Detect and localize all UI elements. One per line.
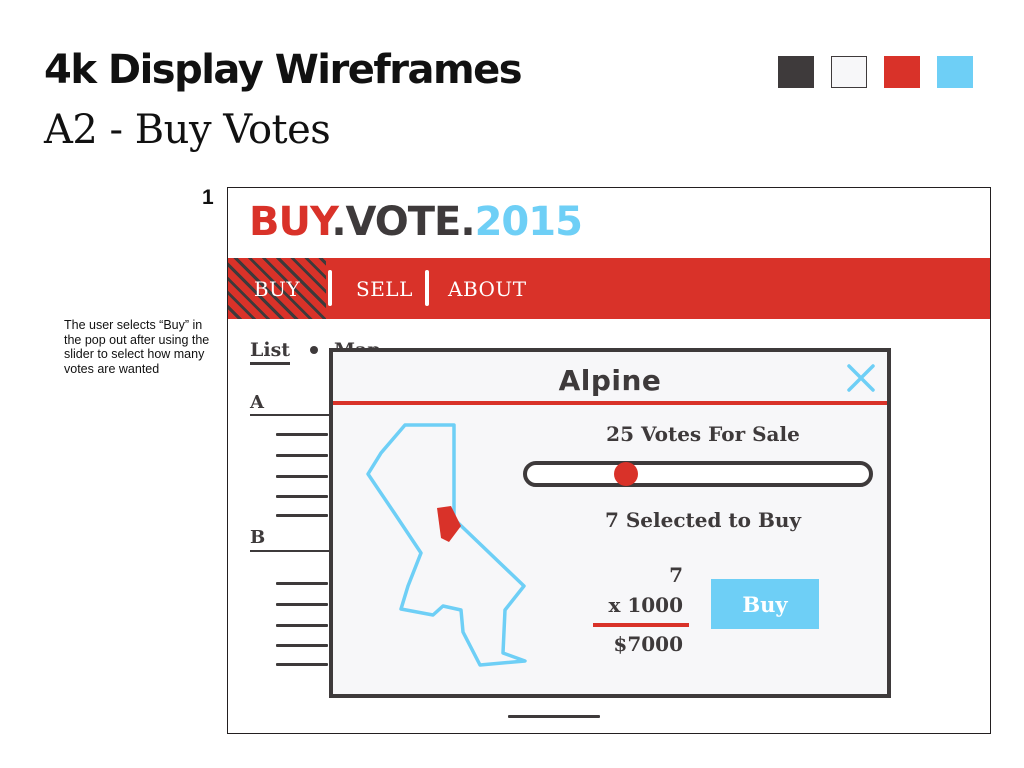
placeholder-text-line [276,582,328,585]
view-toggle-separator [310,346,318,354]
page-title: 4k Display Wireframes [44,47,523,93]
placeholder-text-line [508,715,600,718]
placeholder-text-line [276,454,328,457]
calc-total: $7000 [613,632,683,656]
wireframe-screen: BUY.VOTE.2015 BUY SELL ABOUT List Map A … [227,187,991,734]
nav-divider [328,270,332,306]
popup-title-divider [333,401,887,405]
vote-slider-thumb[interactable] [614,462,638,486]
swatch-blue [937,56,973,88]
close-icon[interactable] [845,362,877,394]
site-logo[interactable]: BUY.VOTE.2015 [249,199,583,245]
swatch-red [884,56,920,88]
placeholder-text-line [276,663,328,666]
section-divider [250,414,340,416]
section-divider [250,550,340,552]
swatch-light [831,56,867,88]
nav-bar: BUY SELL ABOUT [228,258,990,319]
placeholder-text-line [276,624,328,627]
nav-buy[interactable]: BUY [228,258,326,319]
nav-sell[interactable]: SELL [356,258,413,319]
section-label-b: B [250,527,266,548]
nav-divider [425,270,429,306]
calc-divider [593,623,689,627]
section-label-a: A [250,392,264,413]
votes-for-sale: 25 Votes For Sale [606,422,800,446]
color-palette [778,56,973,88]
selected-county[interactable] [437,506,461,542]
calc-quantity: 7 [669,563,683,587]
view-toggle-list[interactable]: List [250,338,291,365]
placeholder-text-line [276,475,328,478]
frame-number: 1 [202,186,214,209]
placeholder-text-line [276,514,328,517]
swatch-dark [778,56,814,88]
logo-year: 2015 [474,199,583,245]
nav-about[interactable]: ABOUT [448,258,527,319]
logo-buy: BUY [249,199,332,245]
buy-button[interactable]: Buy [711,579,819,629]
placeholder-text-line [276,644,328,647]
selected-to-buy: 7 Selected to Buy [604,508,802,532]
vote-slider-track[interactable] [523,461,873,487]
page-subtitle: A2 - Buy Votes [44,107,331,153]
annotation-note: The user selects “Buy” in the pop out af… [64,318,210,376]
county-popup: Alpine 25 Votes For Sale 7 Selected to B… [329,348,891,698]
placeholder-text-line [276,603,328,606]
popup-title: Alpine [558,364,662,397]
calc-multiplier: x 1000 [608,593,683,617]
california-map-icon [366,423,527,667]
logo-vote: .VOTE. [331,199,475,245]
placeholder-text-line [276,495,328,498]
placeholder-text-line [276,433,328,436]
